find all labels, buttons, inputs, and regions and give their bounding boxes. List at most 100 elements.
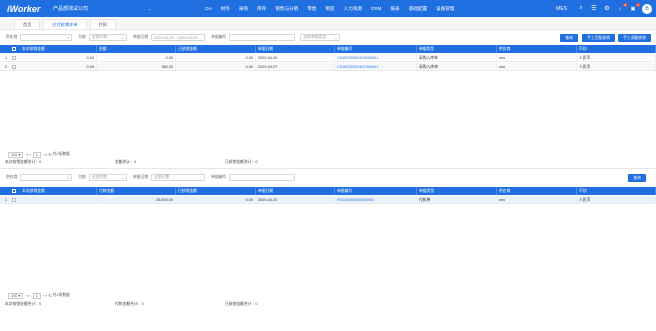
date-label: 单据日期 (132, 35, 149, 39)
row-checkbox[interactable] (12, 198, 16, 202)
search-icon[interactable]: ⌕ (67, 176, 69, 180)
nav-item-finance[interactable]: 财务 (221, 6, 230, 12)
column-header[interactable]: 已核销金额 (176, 45, 256, 53)
nav-item-retail[interactable]: 零售 (307, 6, 316, 12)
date-cell: 2020-04-20 (256, 196, 335, 204)
row-checkbox[interactable] (12, 56, 16, 60)
page-number-input[interactable]: 1 (32, 292, 41, 299)
column-header[interactable]: 单据编号 (335, 187, 417, 195)
column-header[interactable]: 单据日期 (256, 187, 335, 195)
doc-type-select[interactable]: 全部单据类型 ⌄ (300, 34, 341, 41)
payment-amount-total: 付款金额合计：0 (115, 302, 144, 306)
date-cell: 2020-04-20 (256, 54, 335, 62)
column-header[interactable]: 单据编号 (335, 45, 417, 53)
brand-logo[interactable]: iWorker (7, 4, 49, 14)
column-header[interactable]: 单据类型 (417, 45, 497, 53)
next-page-button[interactable]: › (43, 294, 44, 298)
first-page-button[interactable]: « (26, 294, 28, 298)
nav-item-reports[interactable]: 报表 (391, 6, 400, 12)
auto-match-button[interactable]: 手工匹配核销 (582, 34, 615, 42)
column-header[interactable]: 供应商 (497, 187, 577, 195)
query-button[interactable]: 查询 (628, 174, 646, 182)
page-size-select[interactable]: 100 ▾ (8, 292, 24, 299)
search-icon[interactable]: ⌕ (67, 36, 69, 40)
table-row[interactable]: 2 0.00 380.20 0.00 2020-04-07 CGWS202004… (0, 63, 656, 71)
chevron-down-icon[interactable]: ⌄ (148, 6, 151, 11)
payment-type-select[interactable]: 全部付款 ⌄ (88, 174, 127, 181)
current-writeoff-cell[interactable] (20, 196, 97, 204)
doc-type-cell: 付款单 (417, 196, 497, 204)
column-header[interactable]: 币别 (577, 187, 656, 195)
company-selector[interactable]: 产品部测试公司 (53, 5, 88, 12)
nav-item-purchase[interactable]: 采购 (239, 6, 248, 12)
nav-item-manufacturing[interactable]: 制造 (325, 6, 334, 12)
page-size-select[interactable]: 100 ▾ (8, 151, 24, 158)
last-page-button[interactable]: » (45, 294, 47, 298)
main-nav: OA 财务 采购 库存 销售与分销 零售 制造 人力资源 CRM 报表 基础配置… (205, 0, 463, 17)
query-button[interactable]: 查询 (560, 34, 578, 42)
page-number-input[interactable]: 1 (32, 151, 41, 158)
vendor-cell: ceo (497, 54, 577, 62)
last-page-button[interactable]: » (45, 153, 47, 157)
doc-number-link[interactable]: CGWS20200407000001 (335, 63, 417, 71)
table-row[interactable]: 1 25,600.00 0.00 2020-04-20 FKD202004200… (0, 196, 656, 204)
column-header[interactable]: 本次核销金额 (20, 187, 97, 195)
column-header[interactable]: 币别 (577, 45, 656, 53)
manual-adjust-button[interactable]: 手工调整核销 (618, 34, 651, 42)
mail-icon[interactable]: ▣ 6 (629, 2, 640, 13)
doc-number-input[interactable] (229, 34, 296, 41)
avatar[interactable]: B (642, 3, 652, 14)
divider (0, 168, 656, 169)
next-page-button[interactable]: › (43, 153, 44, 157)
current-writeoff-cell[interactable]: 0.00 (20, 54, 97, 62)
mail-badge: 6 (636, 2, 640, 7)
refresh-icon[interactable]: ↻ (48, 293, 51, 298)
first-page-button[interactable]: « (26, 153, 28, 157)
doc-number-link[interactable]: CGWS20200420000001 (335, 54, 417, 62)
table-row[interactable]: 1 0.00 0.00 0.00 2020-04-20 CGWS20200420… (0, 54, 656, 62)
settings-icon[interactable]: ⚙ (603, 5, 611, 13)
doc-number-input[interactable] (229, 174, 296, 181)
vendor-search-input[interactable]: ⌕ (20, 34, 73, 41)
nav-item-hr[interactable]: 人力资源 (344, 6, 362, 12)
column-header[interactable]: 供应商 (497, 45, 577, 53)
record-count: 共2条数据 (52, 152, 70, 156)
nav-item-crm[interactable]: CRM (371, 6, 381, 11)
column-header[interactable]: 付款金额 (97, 187, 176, 195)
current-writeoff-cell[interactable]: 0.00 (20, 63, 97, 71)
menu-icon[interactable]: ☰ (590, 5, 598, 13)
nav-item-sales[interactable]: 销售与分销 (275, 6, 298, 12)
tab-payment[interactable]: 付款 (89, 19, 116, 29)
row-checkbox[interactable] (12, 65, 16, 69)
nav-item-oa[interactable]: OA (205, 6, 212, 11)
filter-bar-top: 供应商 ⌕ 付款 全部付款 ⌄ 单据日期 2020-03-25 ~ 2020-04… (0, 32, 656, 43)
nav-item-base-config[interactable]: 基础配置 (409, 6, 427, 12)
tab-payable-demand[interactable]: 应付款需求单 (43, 19, 87, 29)
select-all-checkbox[interactable] (12, 47, 16, 51)
vendor-search-input[interactable]: ⌕ (20, 174, 73, 181)
column-header[interactable]: 单据类型 (417, 187, 497, 195)
tab-home[interactable]: 首页 (14, 19, 41, 29)
column-header[interactable]: 金额 (97, 45, 176, 53)
payment-type-select[interactable]: 全部付款 ⌄ (88, 34, 127, 41)
notification-bell-icon[interactable]: ♪ 8 (616, 2, 627, 13)
payment-amount-cell: 25,600.00 (97, 196, 176, 204)
amount-total: 金额合计：0 (115, 160, 137, 164)
search-icon[interactable]: ⌕ (577, 5, 585, 13)
payment-type-label: 付款 (78, 35, 86, 39)
prev-page-button[interactable]: ‹ (30, 294, 31, 298)
column-header[interactable]: 本次核销金额 (20, 45, 97, 53)
mes-link[interactable]: MES (556, 6, 567, 12)
nav-item-inventory[interactable]: 库存 (257, 6, 266, 12)
doc-type-value: 全部单据类型 (303, 35, 327, 39)
select-all-checkbox[interactable] (12, 189, 16, 193)
column-header[interactable]: 单据日期 (256, 45, 335, 53)
column-header[interactable]: 已核销金额 (176, 187, 256, 195)
page-size-value: 100 (11, 293, 18, 298)
prev-page-button[interactable]: ‹ (30, 153, 31, 157)
refresh-icon[interactable]: ↻ (48, 152, 51, 157)
nav-item-equipment[interactable]: 设备管理 (436, 6, 454, 12)
doc-number-link[interactable]: FKD20200420000001 (335, 196, 417, 204)
date-range-input[interactable]: 全部日期 (151, 174, 206, 181)
date-range-input[interactable]: 2020-03-25 ~ 2020-04-25 (151, 34, 206, 41)
